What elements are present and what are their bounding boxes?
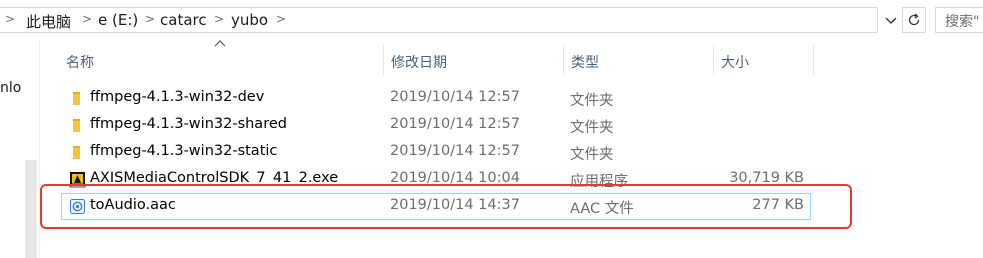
breadcrumb-drive-e[interactable]: e (E:) — [98, 11, 138, 29]
file-size: 277 KB — [752, 197, 804, 213]
column-header-type[interactable]: 类型 — [571, 52, 599, 72]
file-type: AAC 文件 — [570, 201, 634, 217]
column-divider[interactable] — [713, 45, 714, 75]
file-row[interactable]: ffmpeg-4.1.3-win32-static 2019/10/14 12:… — [61, 139, 811, 166]
chevron-right-icon[interactable]: > — [5, 12, 15, 26]
refresh-button[interactable] — [902, 7, 926, 33]
column-header-name[interactable]: 名称 — [66, 52, 94, 72]
audio-file-icon — [70, 199, 85, 214]
file-row[interactable]: toAudio.aac 2019/10/14 14:37 AAC 文件 277 … — [61, 193, 811, 220]
chevron-down-icon — [885, 17, 897, 24]
file-row[interactable]: ffmpeg-4.1.3-win32-dev 2019/10/14 12:57 … — [61, 85, 811, 112]
column-header-date[interactable]: 修改日期 — [391, 52, 447, 72]
breadcrumb-this-pc[interactable]: 此电脑 — [26, 11, 71, 32]
column-divider[interactable] — [563, 45, 564, 75]
exe-icon — [69, 172, 86, 188]
file-name[interactable]: ffmpeg-4.1.3-win32-static — [90, 143, 277, 159]
file-date: 2019/10/14 12:57 — [390, 143, 520, 159]
file-date: 2019/10/14 12:57 — [390, 89, 520, 105]
file-row[interactable]: AXISMediaControlSDK_7_41_2.exe 2019/10/1… — [61, 166, 811, 193]
file-row[interactable]: ffmpeg-4.1.3-win32-shared 2019/10/14 12:… — [61, 112, 811, 139]
folder-icon — [73, 92, 80, 105]
nav-scrollbar[interactable] — [25, 160, 37, 258]
file-type: 文件夹 — [570, 93, 614, 109]
address-history-button[interactable] — [880, 9, 902, 33]
search-input[interactable]: 搜索" — [935, 7, 983, 33]
file-date: 2019/10/14 14:37 — [390, 197, 520, 213]
refresh-icon — [908, 13, 920, 26]
chevron-right-icon[interactable]: > — [82, 12, 92, 26]
address-bar: > 此电脑 > e (E:) > catarc > yubo > 搜索" — [0, 0, 983, 40]
breadcrumb-catarc[interactable]: catarc — [160, 11, 207, 29]
file-name[interactable]: ffmpeg-4.1.3-win32-shared — [90, 116, 287, 132]
nav-item-partial[interactable]: nlo — [0, 80, 21, 96]
search-placeholder: 搜索" — [945, 14, 980, 30]
file-type: 应用程序 — [570, 174, 628, 190]
file-name[interactable]: ffmpeg-4.1.3-win32-dev — [90, 89, 264, 105]
file-type: 文件夹 — [570, 147, 614, 163]
file-name[interactable]: AXISMediaControlSDK_7_41_2.exe — [90, 170, 338, 186]
folder-icon — [73, 119, 80, 132]
file-date: 2019/10/14 12:57 — [390, 116, 520, 132]
folder-icon — [73, 146, 80, 159]
column-divider[interactable] — [383, 45, 384, 75]
chevron-right-icon[interactable]: > — [145, 12, 155, 26]
file-name[interactable]: toAudio.aac — [90, 197, 176, 213]
chevron-right-icon[interactable]: > — [276, 12, 286, 26]
column-divider[interactable] — [813, 45, 814, 75]
file-date: 2019/10/14 10:04 — [390, 170, 520, 186]
file-size: 30,719 KB — [729, 170, 804, 186]
column-header-size[interactable]: 大小 — [721, 52, 749, 72]
chevron-right-icon[interactable]: > — [214, 12, 224, 26]
file-type: 文件夹 — [570, 120, 614, 136]
breadcrumb-yubo[interactable]: yubo — [231, 11, 268, 29]
sort-ascending-icon — [214, 40, 226, 47]
